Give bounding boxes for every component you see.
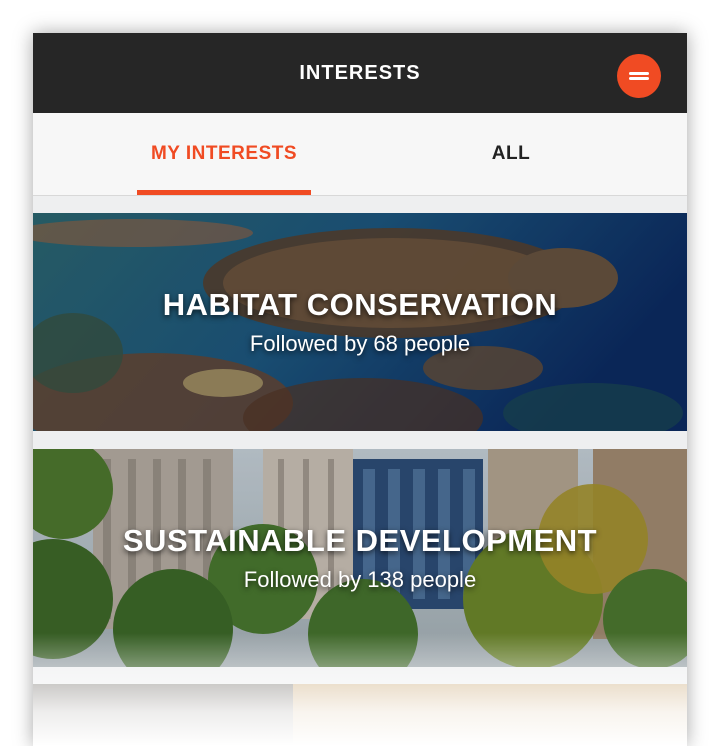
interest-card-partial[interactable] [33,684,687,746]
card-follower-count: Followed by 68 people [249,331,471,356]
tab-all[interactable]: ALL [463,113,559,195]
active-tab-indicator [137,190,311,195]
tab-bar: MY INTERESTS ALL [33,113,687,196]
card-title: SUSTAINABLE DEVELOPMENT [122,523,598,558]
menu-button[interactable] [617,54,661,98]
tab-my-interests[interactable]: MY INTERESTS [137,113,311,195]
menu-icon [629,70,649,82]
interest-card-habitat-conservation[interactable]: HABITAT CONSERVATION Followed by 68 peop… [33,213,687,431]
top-bar: INTERESTS [33,33,687,113]
card-follower-count: Followed by 138 people [243,567,477,592]
page-title: INTERESTS [299,61,421,84]
card-title: HABITAT CONSERVATION [162,287,558,322]
interest-card-sustainable-development[interactable]: SUSTAINABLE DEVELOPMENT Followed by 138 … [33,449,687,667]
partial-card-image [33,684,687,746]
app-screen: INTERESTS MY INTERESTS ALL HABITAT CONSE… [33,33,687,746]
